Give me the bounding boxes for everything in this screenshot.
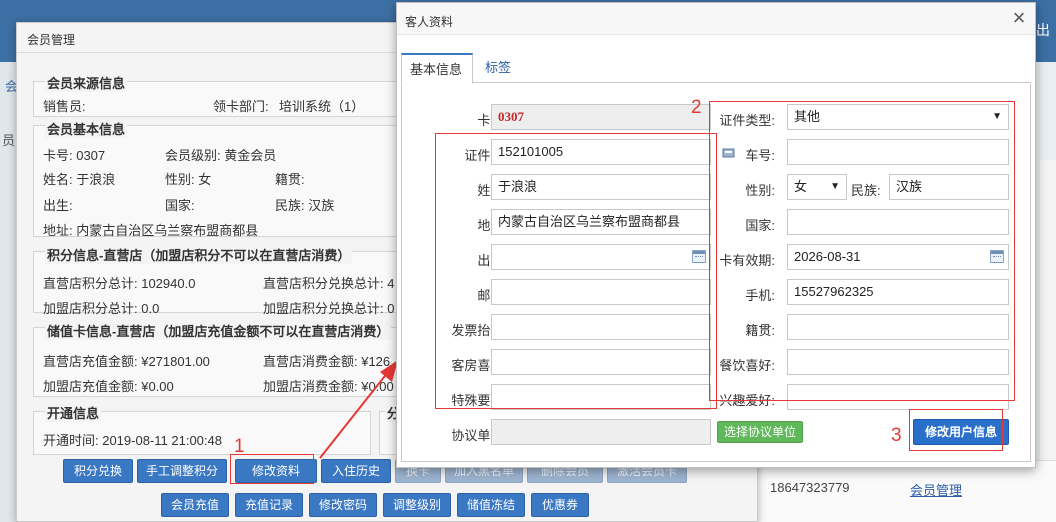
origin-text: 籍贯: bbox=[275, 172, 305, 187]
guest-tabs: 基本信息 标签 bbox=[401, 53, 1031, 84]
address-text: 地址: 内蒙古自治区乌兰察布盟商都县 bbox=[43, 223, 259, 238]
direct-recharge: 直营店充值金额: ¥271801.00 bbox=[43, 354, 210, 369]
annotation-number-3: 3 bbox=[891, 425, 902, 446]
card-no-text: 卡号: 0307 bbox=[43, 148, 106, 163]
annotation-box-3 bbox=[909, 409, 1003, 451]
adjust-level-button[interactable]: 调整级别 bbox=[383, 493, 451, 517]
freeze-stored-button[interactable]: 储值冻结 bbox=[457, 493, 525, 517]
exit-link[interactable]: 出 bbox=[1036, 20, 1050, 40]
tab-tags[interactable]: 标签 bbox=[477, 53, 519, 84]
name-text: 姓名: 于浪浪 bbox=[43, 172, 116, 187]
birth-text: 出生: bbox=[43, 198, 73, 213]
level-text: 会员级别: 黄金会员 bbox=[165, 148, 277, 163]
annotation-box-2 bbox=[709, 101, 1015, 401]
dept-label: 领卡部门: bbox=[213, 99, 269, 114]
basic-legend: 会员基本信息 bbox=[45, 119, 128, 138]
source-legend: 会员来源信息 bbox=[45, 73, 128, 92]
manual-points-button[interactable]: 手工调整积分 bbox=[137, 459, 227, 483]
open-legend: 开通信息 bbox=[45, 403, 102, 422]
guest-dialog-header: 客人资料 × bbox=[397, 3, 1035, 35]
franchise-recharge: 加盟店充值金额: ¥0.00 bbox=[43, 379, 174, 394]
annotation-box-left bbox=[435, 133, 717, 409]
tab-basic-info[interactable]: 基本信息 bbox=[401, 53, 473, 84]
points-exchange-button[interactable]: 积分兑换 bbox=[63, 459, 133, 483]
select-agreement-button[interactable]: 选择协议单位 bbox=[717, 421, 803, 443]
guest-dialog-title: 客人资料 bbox=[405, 15, 454, 29]
annotation-number-1: 1 bbox=[234, 436, 245, 457]
points-legend: 积分信息-直营店（加盟店积分不可以在直营店消费） bbox=[45, 245, 353, 264]
recharge-record-button[interactable]: 充值记录 bbox=[235, 493, 303, 517]
guest-profile-dialog: 客人资料 × 基本信息 标签 卡号: 0307 证件号: 152101005 姓… bbox=[396, 2, 1036, 468]
dialog-title: 会员管理 bbox=[27, 33, 76, 47]
franchise-points-exchange: 加盟店积分兑换总计: 0 bbox=[263, 301, 395, 316]
nation-text: 民族: 汉族 bbox=[275, 198, 335, 213]
direct-points-total: 直营店积分总计: 102940.0 bbox=[43, 276, 196, 291]
country-text: 国家: bbox=[165, 198, 195, 213]
annotation-number-2: 2 bbox=[691, 97, 702, 118]
seller-label: 销售员: bbox=[43, 99, 86, 114]
gender-text: 性别: 女 bbox=[165, 172, 212, 187]
franchise-points-total: 加盟店积分总计: 0.0 bbox=[43, 301, 160, 316]
agreement-field[interactable] bbox=[491, 419, 711, 445]
change-password-button[interactable]: 修改密码 bbox=[309, 493, 377, 517]
table-cell-phone: 18647323779 bbox=[770, 480, 850, 495]
direct-points-exchange: 直营店积分兑换总计: 4 bbox=[263, 276, 395, 291]
coupon-button[interactable]: 优惠券 bbox=[531, 493, 589, 517]
arrow-line bbox=[319, 371, 389, 459]
right-panel bbox=[1040, 160, 1056, 460]
left-tab-label-2[interactable]: 员 bbox=[2, 130, 15, 149]
card-no-field[interactable]: 0307 bbox=[491, 104, 711, 130]
open-time: 开通时间: 2019-08-11 21:00:48 bbox=[43, 433, 222, 448]
dept-value: 培训系统（1） bbox=[279, 99, 365, 114]
member-manage-link[interactable]: 会员管理 bbox=[910, 480, 962, 499]
close-icon[interactable]: × bbox=[1009, 7, 1029, 29]
stored-legend: 储值卡信息-直营店（加盟店充值金额不可以在直营店消费） bbox=[45, 321, 392, 340]
member-recharge-button[interactable]: 会员充值 bbox=[161, 493, 229, 517]
